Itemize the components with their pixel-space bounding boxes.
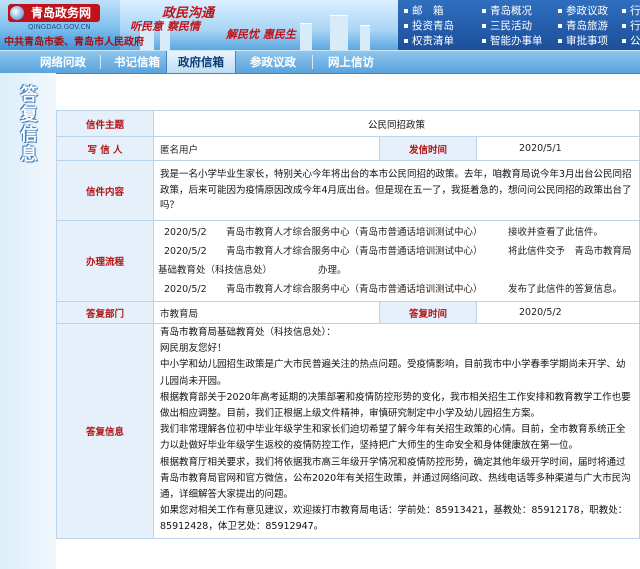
sidebar: 答复信息 xyxy=(0,73,56,569)
nav-divider xyxy=(312,55,313,69)
top-link[interactable]: 权责清单 xyxy=(404,33,454,48)
tab-network-inquiry[interactable]: 网络问政 xyxy=(28,51,98,73)
tab-government-mailbox[interactable]: 政府信箱 xyxy=(166,51,236,73)
slogan-left: 听民意 察民情 xyxy=(130,20,200,33)
top-link[interactable]: 邮 箱 xyxy=(404,3,444,18)
process-entry: 2020/5/2 青岛市教育人才综合服务中心（青岛市普通话培训测试中心） 发布了此信… xyxy=(164,284,623,295)
process-entry: 基础教育处（科技信息处） 办理。 xyxy=(158,265,347,276)
letter-table: 信件主题 公民同招政策 写 信 人 匿名用户 发信时间 2020/5/1 信件内… xyxy=(56,110,640,539)
bullet-icon xyxy=(482,24,486,28)
banner-building xyxy=(360,25,370,50)
process-entry: 2020/5/2 青岛市教育人才综合服务中心（青岛市普通话培训测试中心） 接收并查看… xyxy=(164,227,604,238)
process-entry: 2020/5/2 青岛市教育人才综合服务中心（青岛市普通话培训测试中心） 将此信件交… xyxy=(164,246,632,257)
nav-divider xyxy=(100,55,101,69)
logo-url: QINGDAO.GOV.CN xyxy=(28,23,91,31)
content-label: 信件内容 xyxy=(56,160,154,221)
reply-paragraph: 我们非常理解各位初中毕业年级学生和家长们迫切希望了解今年有关招生政策的心情。目前… xyxy=(160,424,626,452)
tab-online-petition[interactable]: 网上信访 xyxy=(316,51,386,73)
bullet-icon xyxy=(482,39,486,43)
reply-body: 青岛市教育局基础教育处（科技信息处）： 网民朋友您好！ 中小学和幼儿园招生政策是… xyxy=(153,323,640,539)
bullet-icon xyxy=(558,9,562,13)
bullet-icon xyxy=(558,24,562,28)
send-time-value: 2020/5/1 xyxy=(476,136,640,161)
table-row: 信件内容 我是一名小学毕业生家长，特别关心今年将出台的本市公民同招的政策。去年，… xyxy=(56,160,640,221)
table-row: 答复部门 市教育局 答复时间 2020/5/2 xyxy=(56,301,640,324)
bullet-icon xyxy=(404,39,408,43)
writer-label: 写 信 人 xyxy=(56,136,154,161)
top-link[interactable]: 三民活动 xyxy=(482,18,532,33)
top-link[interactable]: 青岛旅游 xyxy=(558,18,608,33)
bullet-icon xyxy=(482,9,486,13)
banner-building xyxy=(330,15,348,50)
reply-paragraph: 根据教育厅相关要求，我们将依据我市高三年级开学情况和疫情防控形势，确定其他年级开… xyxy=(160,456,631,501)
site-logo[interactable]: 青岛政务网 xyxy=(8,4,100,22)
reply-paragraph: 网民朋友您好！ xyxy=(160,343,227,355)
reply-label: 答复信息 xyxy=(56,323,154,539)
subject-label: 信件主题 xyxy=(56,110,154,137)
letter-subject: 公民同招政策 xyxy=(153,110,640,137)
top-link[interactable]: 智能办事单 xyxy=(482,33,543,48)
top-link[interactable]: 审批事项 xyxy=(558,33,608,48)
process-log: 2020/5/2 青岛市教育人才综合服务中心（青岛市普通话培训测试中心） 接收并查看… xyxy=(153,220,640,302)
top-link[interactable]: 参政议政 xyxy=(558,3,608,18)
bullet-icon xyxy=(558,39,562,43)
reply-paragraph: 如果您对相关工作有意见建议，欢迎拨打市教育局电话：学前处：85913421，基教… xyxy=(160,505,628,533)
top-link[interactable]: 公共服 xyxy=(622,33,640,48)
letter-content: 我是一名小学毕业生家长，特别关心今年将出台的本市公民同招的政策。去年，咱教育局说… xyxy=(153,160,640,221)
top-link[interactable]: 行政执 xyxy=(622,18,640,33)
table-row: 办理流程 2020/5/2 青岛市教育人才综合服务中心（青岛市普通话培训测试中心）… xyxy=(56,220,640,302)
globe-icon xyxy=(10,6,24,20)
reply-time-value: 2020/5/2 xyxy=(476,301,640,324)
top-links: 邮 箱 青岛概况 参政议政 行政资 投资青岛 三民活动 青岛旅游 行政执 权责清… xyxy=(398,0,640,50)
tab-secretary-mailbox[interactable]: 书记信箱 xyxy=(104,51,170,73)
top-link[interactable]: 青岛概况 xyxy=(482,3,532,18)
reply-paragraph: 根据教育部关于2020年高考延期的决策部署和疫情防控形势的变化，我市相关招生工作… xyxy=(160,391,631,420)
main-nav: 网络问政 书记信箱 政府信箱 参政议政 网上信访 xyxy=(0,50,640,74)
site-banner: 青岛政务网 QINGDAO.GOV.CN 中共青岛市委、青岛市人民政府 政民沟通… xyxy=(0,0,640,50)
sidebar-title: 答复信息 xyxy=(20,85,38,165)
send-time-label: 发信时间 xyxy=(379,136,477,161)
bullet-icon xyxy=(622,9,626,13)
writer-value: 匿名用户 xyxy=(153,136,380,161)
top-link[interactable]: 投资青岛 xyxy=(404,18,454,33)
table-row: 答复信息 青岛市教育局基础教育处（科技信息处）： 网民朋友您好！ 中小学和幼儿园… xyxy=(56,323,640,539)
bullet-icon xyxy=(404,9,408,13)
bullet-icon xyxy=(404,24,408,28)
table-row: 写 信 人 匿名用户 发信时间 2020/5/1 xyxy=(56,136,640,161)
top-link[interactable]: 行政资 xyxy=(622,3,640,18)
bullet-icon xyxy=(622,24,626,28)
table-row: 信件主题 公民同招政策 xyxy=(56,110,640,137)
reply-dept-label: 答复部门 xyxy=(56,301,154,324)
bullet-icon xyxy=(622,39,626,43)
reply-paragraph: 青岛市教育局基础教育处（科技信息处）： xyxy=(160,327,336,338)
reply-paragraph: 中小学和幼儿园招生政策是广大市民普遍关注的热点问题。受疫情影响，目前我市中小学春… xyxy=(160,359,626,387)
tab-participation[interactable]: 参政议政 xyxy=(240,51,306,73)
logo-subtitle: 中共青岛市委、青岛市人民政府 xyxy=(4,37,144,48)
logo-text: 青岛政务网 xyxy=(30,6,91,20)
slogan-right: 解民忧 惠民生 xyxy=(226,28,296,41)
banner-building xyxy=(300,23,312,50)
process-label: 办理流程 xyxy=(56,220,154,302)
reply-dept-value: 市教育局 xyxy=(153,301,380,324)
reply-time-label: 答复时间 xyxy=(379,301,477,324)
